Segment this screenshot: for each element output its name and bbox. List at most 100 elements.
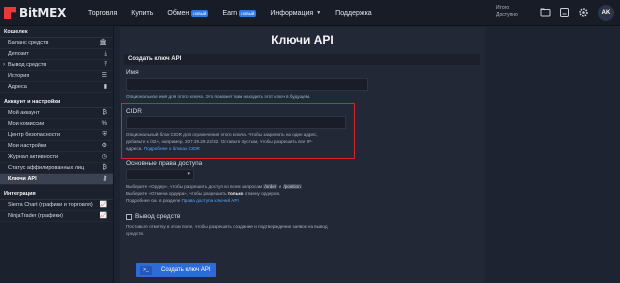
nav-label: Earn bbox=[222, 9, 238, 17]
permissions-hint-text: Подробнее см. в разделе bbox=[126, 198, 181, 203]
sidebar-item-my-fees[interactable]: Мои комиссии% bbox=[0, 119, 113, 130]
new-badge: новый bbox=[191, 9, 209, 17]
sidebar-item-label: Вывод средств bbox=[8, 62, 47, 68]
sidebar-item-label: NinjaTrader (графики) bbox=[8, 213, 63, 219]
caret-down-icon: ▼ bbox=[316, 10, 322, 16]
gear-icon: ⚙ bbox=[101, 143, 107, 149]
sidebar: Кошелек Баланс средств 🏛 Депозит ⤓ › Вывод … bbox=[0, 27, 114, 283]
clock-icon: ◷ bbox=[101, 154, 107, 160]
notifications-icon[interactable] bbox=[559, 7, 570, 18]
create-api-key-label: Создать ключ API bbox=[161, 267, 211, 273]
withdraw-hint: Поставьте отметку в этом поле, чтобы раз… bbox=[126, 223, 328, 237]
terminal-icon: >_ bbox=[140, 265, 152, 275]
folder-icon[interactable] bbox=[540, 7, 551, 18]
nav-label: Информация bbox=[270, 9, 314, 17]
sidebar-item-balance[interactable]: Баланс средств 🏛 bbox=[0, 38, 113, 49]
list-icon: ☰ bbox=[101, 73, 107, 79]
sidebar-item-withdraw[interactable]: › Вывод средств ⤒ bbox=[0, 60, 113, 71]
withdraw-hint-line: Поставьте отметку в этом поле, чтобы раз… bbox=[126, 224, 328, 229]
order-code-tag: /order bbox=[263, 184, 278, 189]
nav-label: Поддержка bbox=[335, 9, 372, 17]
sidebar-item-settings[interactable]: Мои настройки ⚙ bbox=[0, 141, 113, 152]
top-navigation-bar: BitMEX Торговля Купить Обмен новый Earn но… bbox=[0, 0, 620, 26]
sidebar-item-label: Статус аффилированных лиц bbox=[8, 165, 85, 171]
nav-label: Торговля bbox=[88, 9, 118, 17]
sidebar-item-api-keys[interactable]: Ключи API ⚷ bbox=[0, 174, 113, 185]
bitmex-logo[interactable]: BitMEX bbox=[4, 4, 66, 22]
sidebar-item-sierra-chart[interactable]: Sierra Chart (графики и торговля) 📈 bbox=[0, 200, 113, 211]
nav-label: Обмен bbox=[167, 9, 190, 17]
sidebar-item-label: Адреса bbox=[8, 84, 27, 90]
nav-label: Купить bbox=[131, 9, 154, 17]
nav-item-support[interactable]: Поддержка bbox=[335, 10, 372, 17]
withdraw-label[interactable]: Вывод средств bbox=[135, 213, 180, 220]
user-avatar[interactable]: AK bbox=[598, 5, 614, 21]
chart-icon: 📈 bbox=[99, 202, 107, 208]
permissions-hint-bold: только bbox=[227, 191, 244, 196]
percent-icon: % bbox=[101, 121, 107, 127]
sidebar-item-label: Мои настройки bbox=[8, 143, 47, 149]
sidebar-item-my-account[interactable]: Мой аккаунт ₿ bbox=[0, 108, 113, 119]
withdraw-hint-line: средств. bbox=[126, 231, 145, 236]
name-input[interactable] bbox=[126, 78, 368, 91]
name-label: Имя bbox=[126, 69, 139, 76]
balance-available-label: Доступно bbox=[496, 12, 518, 18]
sidebar-item-ninjatrader[interactable]: NinjaTrader (графики) 📈 bbox=[0, 211, 113, 222]
sidebar-item-history[interactable]: История ☰ bbox=[0, 71, 113, 82]
sidebar-item-label: Мой аккаунт bbox=[8, 110, 40, 116]
sidebar-section-integration: Интеграция bbox=[0, 189, 113, 200]
position-code-tag: /position bbox=[282, 184, 302, 189]
sidebar-item-addresses[interactable]: Адреса ▮ bbox=[0, 82, 113, 93]
permissions-hint-text: отмену ордеров. bbox=[244, 191, 281, 196]
sidebar-item-deposit[interactable]: Депозит ⤓ bbox=[0, 49, 113, 60]
sidebar-item-label: Депозит bbox=[8, 51, 29, 57]
key-icon: ⚷ bbox=[102, 176, 107, 182]
bitmex-logo-mark-icon bbox=[4, 7, 16, 19]
permissions-hint-text: Выберите «Отмена ордера», чтобы разрешит… bbox=[126, 191, 227, 196]
sidebar-item-label: История bbox=[8, 73, 30, 79]
sidebar-item-affiliate-status[interactable]: Статус аффилированных лиц ₿ bbox=[0, 163, 113, 174]
sidebar-item-label: Баланс средств bbox=[8, 40, 49, 46]
caret-down-icon: ▾ bbox=[187, 171, 190, 177]
bookmark-icon: ▮ bbox=[103, 84, 107, 90]
permissions-label: Основные права доступа bbox=[126, 160, 203, 167]
right-empty-area bbox=[486, 27, 620, 283]
brand-name: BitMEX bbox=[19, 6, 67, 20]
main-nav: Торговля Купить Обмен новый Earn новый Инф… bbox=[88, 0, 386, 26]
sidebar-item-activity-log[interactable]: Журнал активности ◷ bbox=[0, 152, 113, 163]
create-api-key-button[interactable]: >_ Создать ключ API bbox=[136, 263, 216, 277]
bitcoin-icon: ₿ bbox=[102, 110, 107, 116]
nav-item-buy[interactable]: Купить bbox=[131, 10, 153, 17]
withdraw-checkbox[interactable] bbox=[126, 214, 132, 220]
balance-total-label: Итого bbox=[496, 5, 510, 11]
permissions-select[interactable]: ▾ bbox=[126, 169, 194, 180]
shield-icon: ⛨ bbox=[102, 132, 107, 138]
nav-item-trade[interactable]: Торговля bbox=[88, 10, 117, 17]
nav-item-exchange[interactable]: Обмен новый bbox=[167, 9, 209, 17]
bitcoin-icon: ₿ bbox=[102, 165, 107, 171]
sidebar-section-account: Аккаунт и настройки bbox=[0, 97, 113, 108]
sidebar-item-security[interactable]: Центр безопасности ⛨ bbox=[0, 130, 113, 141]
chart-icon: 📈 bbox=[99, 213, 107, 219]
permissions-hint: Выберите «Ордер», чтобы разрешить доступ… bbox=[126, 183, 302, 204]
bank-icon: 🏛 bbox=[99, 40, 107, 46]
download-icon: ⤓ bbox=[104, 51, 107, 57]
name-hint: Опциональное имя для этого ключа. Это по… bbox=[126, 94, 311, 99]
nav-item-earn[interactable]: Earn новый bbox=[222, 9, 257, 17]
balance-summary[interactable]: Итого Доступно bbox=[496, 5, 532, 19]
cidr-highlight-box bbox=[121, 103, 355, 159]
sidebar-item-label: Ключи API bbox=[8, 176, 37, 182]
new-badge: новый bbox=[239, 9, 257, 17]
sidebar-item-label: Журнал активности bbox=[8, 154, 59, 160]
create-key-card-title: Создать ключ API bbox=[124, 54, 480, 65]
sidebar-item-label: Sierra Chart (графики и торговля) bbox=[8, 202, 93, 208]
sidebar-item-label: Мои комиссии bbox=[8, 121, 45, 127]
permissions-hint-text: Выберите «Ордер», чтобы разрешить доступ… bbox=[126, 184, 263, 189]
api-permissions-link[interactable]: Права доступа ключей API bbox=[182, 198, 239, 203]
nav-item-info[interactable]: Информация ▼ bbox=[270, 10, 321, 17]
sidebar-item-label: Центр безопасности bbox=[8, 132, 61, 138]
permissions-hint-text: и bbox=[278, 184, 282, 189]
page-title: Ключи API bbox=[271, 33, 334, 47]
chevron-right-icon: › bbox=[3, 62, 5, 68]
gear-icon[interactable] bbox=[578, 7, 589, 18]
